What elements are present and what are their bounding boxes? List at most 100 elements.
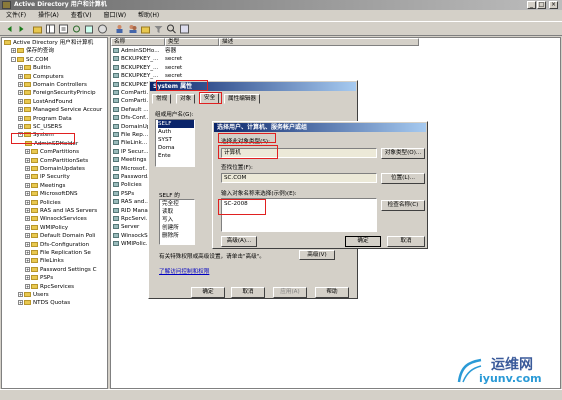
object-types-button[interactable]: 对象类型(O)... <box>381 148 425 159</box>
tree-node[interactable]: + ComPartitions <box>25 148 79 156</box>
maximize-button[interactable]: □ <box>537 1 546 9</box>
tab-general[interactable]: 常规 <box>152 94 172 104</box>
tree-node[interactable]: - SC.COM <box>11 56 48 64</box>
tree-node[interactable]: + DomainUpdates <box>25 165 85 173</box>
select-ok-button[interactable]: 确定 <box>345 236 381 247</box>
expand-icon[interactable]: + <box>25 182 30 188</box>
user-item[interactable]: SYST <box>158 136 194 144</box>
user-item[interactable]: Ente <box>158 152 194 160</box>
forward-icon[interactable] <box>16 24 27 34</box>
list-item[interactable]: BCKUPKEY_... secret <box>113 72 182 80</box>
select-advanced-button[interactable]: 高级(A)... <box>221 236 257 247</box>
expand-icon[interactable]: + <box>25 216 30 222</box>
tree-node[interactable]: + Computers <box>18 73 64 81</box>
expand-icon[interactable]: + <box>25 208 30 213</box>
expand-icon[interactable]: + <box>25 157 30 163</box>
tree-node[interactable]: + NTDS Quotas <box>18 299 70 307</box>
check-names-button[interactable]: 检查名称(C) <box>381 200 425 211</box>
expand-icon[interactable]: + <box>25 283 30 289</box>
tree-node[interactable]: + PSPs <box>25 274 53 282</box>
up-folder-icon[interactable] <box>32 24 43 34</box>
tree-node[interactable]: + 保存的查询 <box>11 47 54 55</box>
expand-icon[interactable]: + <box>25 233 30 239</box>
column-header-type[interactable]: 类型 <box>165 38 219 46</box>
menu-help[interactable]: 帮助(H) <box>138 12 159 19</box>
new-group-icon[interactable] <box>127 24 138 34</box>
expand-icon[interactable]: + <box>18 98 23 104</box>
tree-node[interactable]: + File Replication Se <box>25 249 91 257</box>
tree-node[interactable]: + Meetings <box>25 182 65 190</box>
tree-node[interactable]: + Managed Service Accour <box>18 106 102 114</box>
find-icon[interactable] <box>166 24 177 34</box>
tab-object[interactable]: 对象 <box>176 94 196 104</box>
tree-node[interactable]: + FileLinks <box>25 257 64 265</box>
expand-icon[interactable]: + <box>18 124 23 129</box>
list-item[interactable]: BCKUPKEY_... secret <box>113 64 182 72</box>
expand-icon[interactable]: + <box>25 199 30 205</box>
tree-node[interactable]: + SC_USERS <box>18 123 62 131</box>
expand-icon[interactable]: + <box>25 275 30 281</box>
expand-icon[interactable]: + <box>25 258 30 264</box>
properties-icon[interactable] <box>58 24 69 34</box>
tree-node[interactable]: + ComPartitionSets <box>25 157 88 165</box>
tree-node[interactable]: + WMIPolicy <box>25 224 68 232</box>
expand-icon[interactable]: + <box>11 48 16 54</box>
tree-node[interactable]: + ForeignSecurityPrincip <box>18 89 96 97</box>
tree-node[interactable]: + IP Security <box>25 173 70 181</box>
expand-icon[interactable]: + <box>25 266 30 272</box>
collapse-icon[interactable]: - <box>11 56 16 62</box>
tree-node[interactable]: + Domain Controllers <box>18 81 87 89</box>
filter-icon[interactable] <box>153 24 164 34</box>
tab-attribute-editor[interactable]: 属性编辑器 <box>224 94 260 104</box>
tree-node[interactable]: + RAS and IAS Servers <box>25 207 97 215</box>
expand-icon[interactable]: + <box>25 149 30 155</box>
expand-icon[interactable]: + <box>25 241 30 247</box>
permissions-list[interactable]: 完全控 读取 写入 创建所 删除所 <box>159 199 195 245</box>
new-ou-icon[interactable] <box>140 24 151 34</box>
minimize-button[interactable]: _ <box>527 1 536 9</box>
props-help-button[interactable]: 帮助 <box>315 287 349 298</box>
expand-icon[interactable]: + <box>18 90 23 96</box>
expand-icon[interactable]: + <box>25 191 30 197</box>
tree-node[interactable]: + Default Domain Poli <box>25 232 95 240</box>
tree-node[interactable]: + Dfs-Configuration <box>25 241 89 249</box>
menu-action[interactable]: 操作(A) <box>38 12 59 19</box>
expand-icon[interactable]: + <box>18 107 23 113</box>
tree-node[interactable]: + Users <box>18 291 49 299</box>
expand-icon[interactable]: + <box>25 166 30 171</box>
props-advanced-button[interactable]: 高级(V) <box>299 250 335 260</box>
expand-icon[interactable]: + <box>18 65 23 71</box>
export-icon[interactable] <box>84 24 95 34</box>
tree-toggle-icon[interactable] <box>45 24 56 34</box>
user-item[interactable]: Auth <box>158 128 194 136</box>
list-item[interactable]: AdminSDHo... 容器 <box>113 47 176 55</box>
select-cancel-button[interactable]: 取消 <box>387 236 425 247</box>
expand-icon[interactable]: + <box>18 300 23 306</box>
user-item[interactable]: Doma <box>158 144 194 152</box>
add-to-group-icon[interactable] <box>179 24 190 34</box>
tree-node[interactable]: Active Directory 用户和计算机 <box>4 39 93 47</box>
tree-node[interactable]: + Password Settings C <box>25 266 97 274</box>
user-list[interactable]: SELF Auth SYST Doma Ente <box>155 119 195 167</box>
tree-node[interactable]: + Builtin <box>18 64 51 72</box>
refresh-icon[interactable] <box>71 24 82 34</box>
locations-button[interactable]: 位置(L)... <box>381 173 425 184</box>
back-icon[interactable] <box>4 24 15 34</box>
expand-icon[interactable]: + <box>18 292 23 297</box>
expand-icon[interactable]: + <box>25 224 30 230</box>
column-header-description[interactable]: 描述 <box>219 38 419 46</box>
expand-icon[interactable]: + <box>18 82 23 87</box>
column-header-name[interactable]: 名称 <box>111 38 165 46</box>
tree-node[interactable]: + Policies <box>25 199 61 207</box>
tree-node[interactable]: + RpcServices <box>25 283 74 291</box>
expand-icon[interactable]: + <box>25 174 30 180</box>
props-cancel-button[interactable]: 取消 <box>231 287 265 298</box>
tree-node[interactable]: + LostAndFound <box>18 98 73 106</box>
new-user-icon[interactable] <box>114 24 125 34</box>
menu-window[interactable]: 窗口(W) <box>104 12 127 19</box>
close-button[interactable]: × <box>549 1 558 9</box>
expand-icon[interactable]: + <box>18 115 23 121</box>
access-control-link[interactable]: 了解访问控制和权限 <box>159 267 209 275</box>
expand-icon[interactable]: + <box>18 73 23 79</box>
menu-view[interactable]: 查看(V) <box>71 12 92 19</box>
